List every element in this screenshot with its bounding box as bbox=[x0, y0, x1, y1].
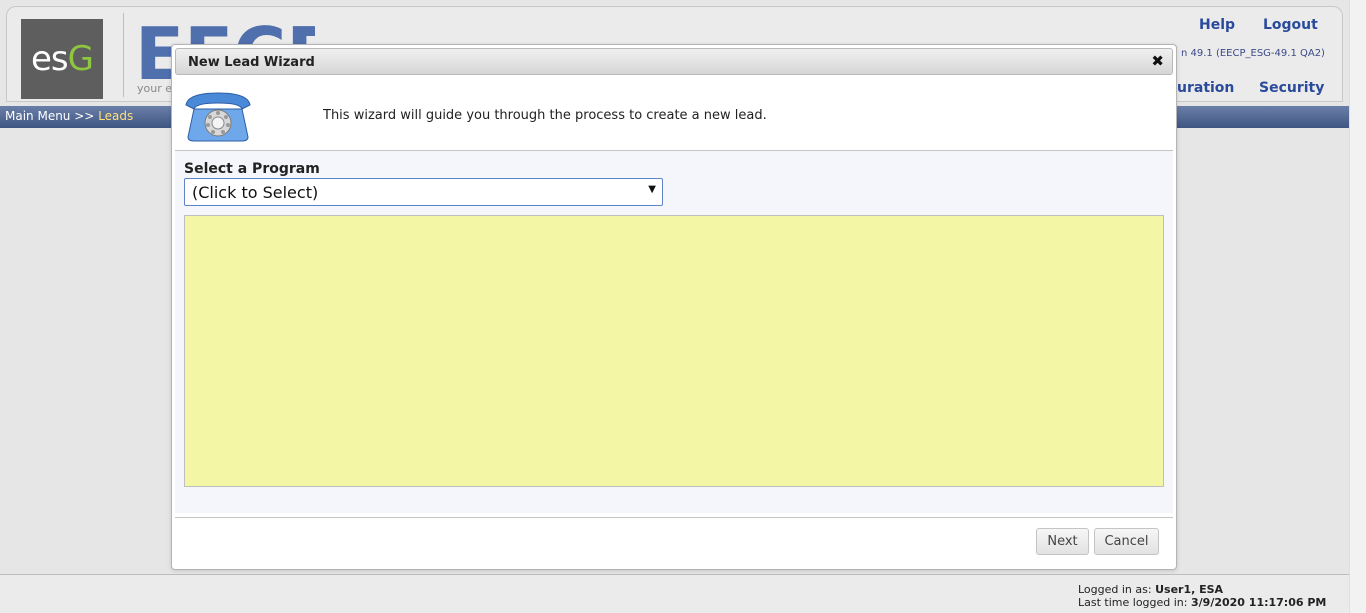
divider bbox=[175, 517, 1173, 518]
nav-configuration[interactable]: uration bbox=[1177, 80, 1234, 96]
breadcrumb-leads[interactable]: Leads bbox=[98, 109, 133, 123]
page-scrollbar[interactable] bbox=[1349, 0, 1366, 613]
dialog-titlebar[interactable]: New Lead Wizard ✖ bbox=[175, 48, 1173, 75]
program-select-value: (Click to Select) bbox=[192, 183, 319, 202]
last-login-line: Last time logged in: 3/9/2020 11:17:06 P… bbox=[1078, 596, 1326, 609]
version-text: n 49.1 (EECP_ESG-49.1 QA2) bbox=[1181, 48, 1325, 59]
wizard-intro-text: This wizard will guide you through the p… bbox=[323, 108, 767, 123]
close-icon[interactable]: ✖ bbox=[1151, 52, 1164, 70]
last-login-label: Last time logged in: bbox=[1078, 596, 1188, 609]
phone-icon bbox=[185, 92, 251, 142]
logout-link[interactable]: Logout bbox=[1263, 17, 1318, 33]
program-label: Select a Program bbox=[184, 161, 320, 177]
logged-in-user: User1, ESA bbox=[1155, 583, 1224, 596]
breadcrumb-main-menu[interactable]: Main Menu bbox=[5, 109, 70, 123]
new-lead-wizard-dialog: New Lead Wizard ✖ This wizard will guide… bbox=[171, 44, 1177, 570]
last-login-value: 3/9/2020 11:17:06 PM bbox=[1191, 596, 1327, 609]
logged-in-line: Logged in as: User1, ESA bbox=[1078, 583, 1326, 596]
nav-security[interactable]: Security bbox=[1259, 80, 1324, 96]
program-details-panel bbox=[184, 215, 1164, 487]
cancel-button[interactable]: Cancel bbox=[1094, 528, 1159, 555]
dialog-title: New Lead Wizard bbox=[188, 55, 315, 70]
next-button[interactable]: Next bbox=[1036, 528, 1089, 555]
logo-divider bbox=[123, 13, 124, 97]
logged-in-label: Logged in as: bbox=[1078, 583, 1152, 596]
status-footer: Logged in as: User1, ESA Last time logge… bbox=[0, 574, 1349, 613]
breadcrumb-separator: >> bbox=[74, 109, 95, 123]
logo-text: esG bbox=[31, 39, 94, 79]
esg-logo: esG bbox=[21, 19, 103, 99]
help-link[interactable]: Help bbox=[1199, 17, 1235, 33]
dropdown-arrow-icon: ▼ bbox=[648, 184, 656, 195]
program-select[interactable]: (Click to Select) ▼ bbox=[184, 178, 663, 206]
